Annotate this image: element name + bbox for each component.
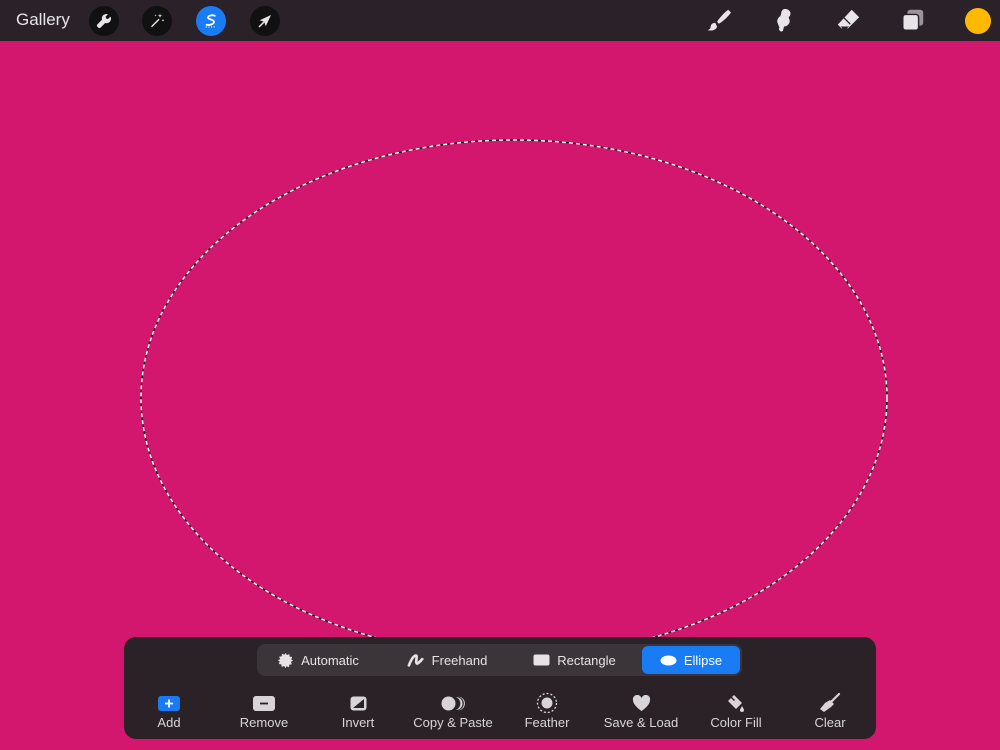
selection-mode-selector: Automatic Freehand Rectangle Ellipse — [257, 644, 742, 676]
save-load-label: Save & Load — [603, 715, 679, 730]
add-icon — [119, 693, 219, 713]
layers-icon[interactable] — [899, 6, 927, 34]
mode-freehand[interactable]: Freehand — [392, 646, 502, 674]
color-fill-button[interactable]: Color Fill — [686, 693, 786, 733]
color-fill-icon — [686, 693, 786, 713]
wrench-icon[interactable] — [89, 6, 119, 36]
selection-icon[interactable] — [196, 6, 226, 36]
freehand-icon — [407, 652, 425, 668]
starburst-icon — [277, 652, 294, 669]
mode-automatic[interactable]: Automatic — [263, 646, 373, 674]
mode-rectangle[interactable]: Rectangle — [517, 646, 632, 674]
brush-icon[interactable] — [704, 6, 732, 34]
copy-paste-icon — [403, 693, 503, 713]
add-button[interactable]: Add — [119, 693, 219, 733]
remove-icon — [214, 693, 314, 713]
color-fill-label: Color Fill — [710, 715, 762, 730]
feather-label: Feather — [524, 715, 570, 730]
invert-label: Invert — [341, 715, 375, 730]
current-color-swatch[interactable] — [965, 8, 991, 34]
top-toolbar: Gallery — [0, 0, 1000, 41]
feather-icon — [497, 692, 597, 714]
invert-button[interactable]: Invert — [308, 693, 408, 733]
transform-arrow-icon[interactable] — [250, 6, 280, 36]
remove-label: Remove — [239, 715, 289, 730]
ellipse-icon — [660, 655, 677, 666]
invert-icon — [308, 693, 408, 713]
gallery-button[interactable]: Gallery — [16, 10, 70, 30]
heart-icon — [591, 693, 691, 713]
remove-button[interactable]: Remove — [214, 693, 314, 733]
clear-broom-icon — [780, 693, 880, 713]
eraser-icon[interactable] — [834, 6, 862, 34]
save-load-button[interactable]: Save & Load — [591, 693, 691, 733]
rectangle-icon — [533, 654, 550, 666]
copy-paste-button[interactable]: Copy & Paste — [403, 693, 503, 733]
selection-panel: Automatic Freehand Rectangle Ellipse Add — [124, 637, 876, 739]
add-label: Add — [157, 715, 181, 730]
feather-button[interactable]: Feather — [497, 692, 597, 733]
mode-rectangle-label: Rectangle — [557, 652, 616, 668]
clear-label: Clear — [814, 715, 846, 730]
clear-button[interactable]: Clear — [780, 693, 880, 733]
mode-freehand-label: Freehand — [431, 652, 488, 668]
mode-ellipse-label: Ellipse — [683, 652, 723, 668]
smudge-icon[interactable] — [770, 6, 798, 34]
copy-paste-label: Copy & Paste — [413, 715, 493, 730]
mode-ellipse[interactable]: Ellipse — [642, 646, 740, 674]
mode-automatic-label: Automatic — [301, 652, 359, 668]
magic-wand-icon[interactable] — [142, 6, 172, 36]
